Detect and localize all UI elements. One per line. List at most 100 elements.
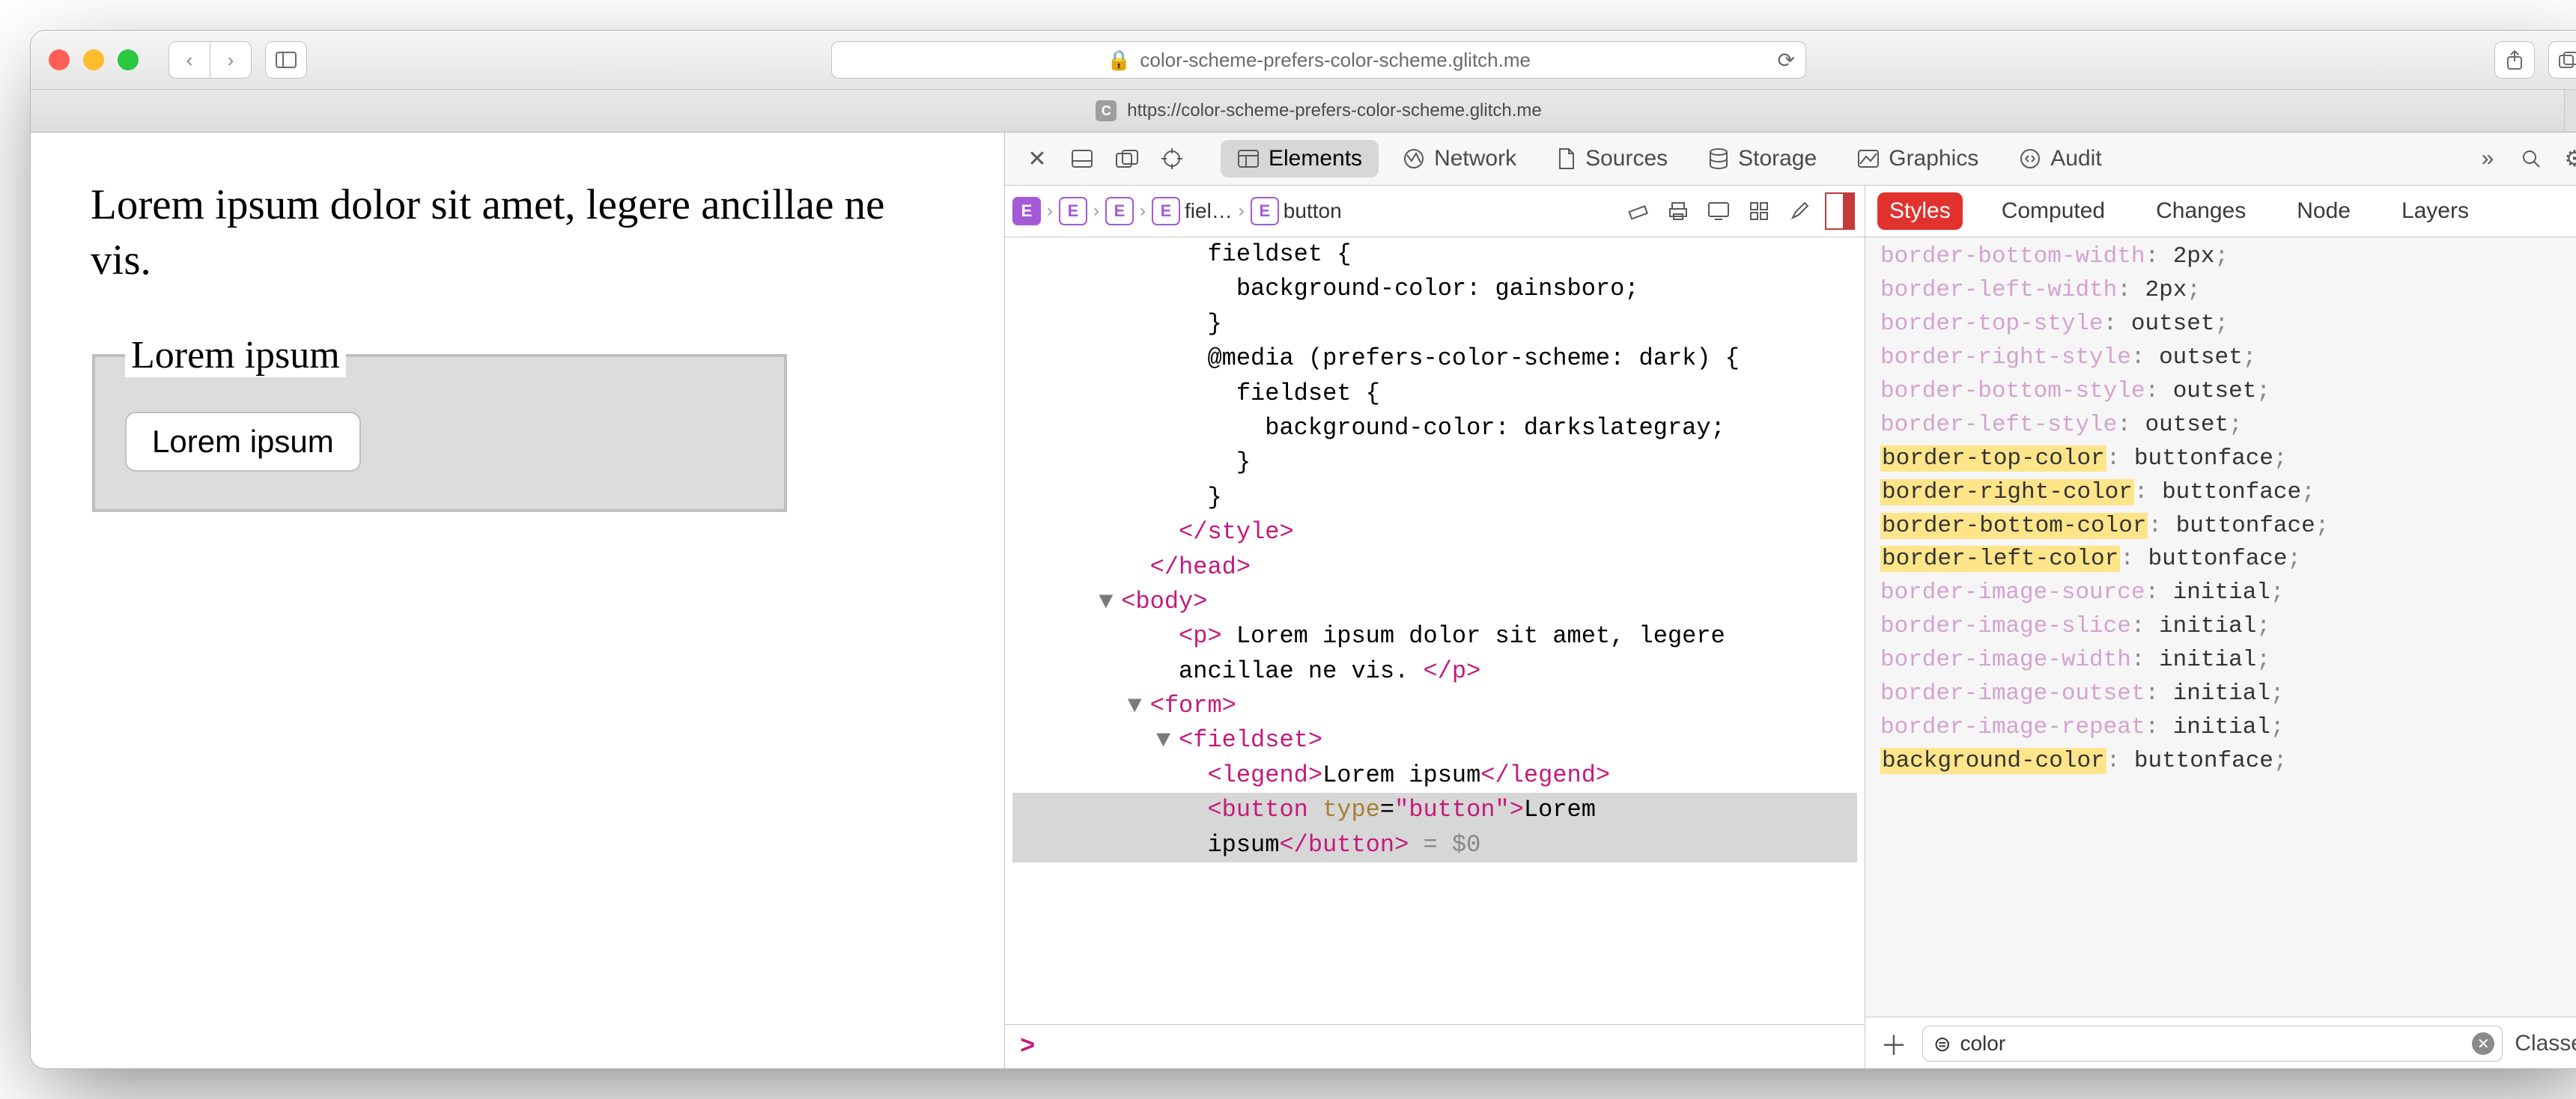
ruler-icon[interactable] [1620,194,1655,228]
css-property-row[interactable]: border-top-color: buttonface; [1880,442,2576,476]
dom-line[interactable]: ▼<fieldset> [1012,723,1857,758]
css-property-row[interactable]: border-right-style: outset; [1880,341,2576,375]
tabs-overview-button[interactable] [2548,41,2576,79]
tab-computed[interactable]: Computed [1990,192,2117,230]
dom-line[interactable]: <p> Lorem ipsum dolor sit amet, legere [1012,619,1857,654]
tab-audit[interactable]: Audit [2002,140,2118,177]
tab-changes[interactable]: Changes [2144,192,2258,230]
sidebar-toggle-button[interactable] [265,41,307,79]
dom-line[interactable]: } [1012,481,1857,515]
breadcrumb-item[interactable]: E [1059,197,1087,225]
css-property-row[interactable]: border-bottom-style: outset; [1880,375,2576,409]
window-controls [49,49,139,70]
css-property-row[interactable]: border-image-slice: initial; [1880,610,2576,644]
url-text: color-scheme-prefers-color-scheme.glitch… [1140,49,1531,72]
tab-network[interactable]: Network [1386,140,1533,177]
dom-line[interactable]: } [1012,445,1857,480]
breadcrumb-item[interactable]: Efiel… [1152,197,1233,225]
device-icon[interactable] [1701,194,1736,228]
dock-window-icon[interactable] [1108,140,1146,177]
dom-line[interactable]: <legend>Lorem ipsum</legend> [1012,758,1857,793]
tab-title[interactable]: https://color-scheme-prefers-color-schem… [1127,100,1542,121]
settings-gear-icon[interactable]: ⚙ [2556,140,2576,177]
styles-footer: ＋ ⊜ color ✕ Classes [1865,1017,2576,1069]
dom-line[interactable]: fieldset { [1012,237,1857,272]
dom-panel: E› E› E› Efiel…› Ebutton [1005,186,1865,1069]
css-property-row[interactable]: border-right-color: buttonface; [1880,476,2576,510]
forward-button[interactable]: › [210,41,252,79]
dom-line[interactable]: background-color: gainsboro; [1012,272,1857,306]
clear-filter-icon[interactable]: ✕ [2472,1032,2494,1055]
print-icon[interactable] [1661,194,1695,228]
tab-graphics[interactable]: Graphics [1841,140,1995,177]
demo-button[interactable]: Lorem ipsum [125,412,361,472]
close-inspector-icon[interactable]: ✕ [1018,140,1056,177]
dom-line[interactable]: background-color: darkslategray; [1012,411,1857,445]
dom-line[interactable]: ▼<form> [1012,689,1857,723]
inspect-element-icon[interactable] [1153,140,1191,177]
fieldset: Lorem ipsum Lorem ipsum [92,333,787,512]
reload-icon[interactable]: ⟳ [1778,48,1795,73]
styles-panel: Styles Computed Changes Node Layers bord… [1865,186,2576,1069]
dom-line[interactable]: ▼<body> [1012,585,1857,619]
css-property-row[interactable]: border-top-style: outset; [1880,308,2576,341]
css-property-row[interactable]: border-left-color: buttonface; [1880,543,2576,576]
fullscreen-window-button[interactable] [118,49,139,70]
filter-value: color [1960,1032,2005,1056]
grid-icon[interactable] [1742,194,1776,228]
web-inspector: ✕ Elements Network Sources Storage Graph… [1004,133,2576,1069]
tab-elements[interactable]: Elements [1221,140,1379,177]
css-property-row[interactable]: background-color: buttonface; [1880,745,2576,779]
tab-node[interactable]: Node [2285,192,2363,230]
dom-line[interactable]: </head> [1012,550,1857,585]
new-tab-button[interactable]: ＋ [2564,90,2576,132]
dom-line[interactable]: fieldset { [1012,377,1857,411]
tab-bar: C https://color-scheme-prefers-color-sch… [31,90,2576,133]
right-panel-toggle-icon[interactable] [1823,194,1857,228]
paragraph-text: Lorem ipsum dolor sit amet, legere ancil… [91,177,944,288]
paintbrush-icon[interactable] [1782,194,1817,228]
address-bar[interactable]: 🔒 color-scheme-prefers-color-scheme.glit… [831,41,1806,79]
css-properties-list[interactable]: border-bottom-width: 2px;border-left-wid… [1865,237,2576,1017]
dom-line[interactable]: @media (prefers-color-scheme: dark) { [1012,341,1857,376]
search-icon[interactable] [2512,140,2550,177]
storage-icon [1708,147,1729,170]
tab-storage[interactable]: Storage [1692,140,1833,177]
add-rule-button[interactable]: ＋ [1877,1027,1910,1060]
css-property-row[interactable]: border-image-width: initial; [1880,644,2576,678]
dom-line[interactable]: </style> [1012,515,1857,550]
close-window-button[interactable] [49,49,70,70]
dom-line[interactable]: ipsum</button> = $0 [1012,828,1857,862]
css-property-row[interactable]: border-image-outset: initial; [1880,678,2576,711]
breadcrumb-item[interactable]: E [1105,197,1134,225]
dom-line[interactable]: ancillae ne vis. </p> [1012,654,1857,689]
share-button[interactable] [2494,41,2535,79]
breadcrumb-item[interactable]: Ebutton [1251,197,1342,225]
page-content: Lorem ipsum dolor sit amet, legere ancil… [31,133,1004,1069]
dock-bottom-icon[interactable] [1063,140,1101,177]
css-property-row[interactable]: border-left-style: outset; [1880,409,2576,442]
network-icon [1403,147,1425,170]
back-button[interactable]: ‹ [168,41,210,79]
dom-tree[interactable]: fieldset { background-color: gainsboro; … [1005,237,1865,1024]
css-property-row[interactable]: border-image-source: initial; [1880,576,2576,610]
classes-toggle[interactable]: Classes [2515,1031,2576,1056]
breadcrumb-item[interactable]: E [1012,197,1041,225]
tab-sources[interactable]: Sources [1540,140,1684,177]
filter-icon: ⊜ [1933,1032,1951,1056]
tab-styles[interactable]: Styles [1877,192,1963,230]
tab-layers[interactable]: Layers [2390,192,2481,230]
css-property-row[interactable]: border-image-repeat: initial; [1880,711,2576,745]
dom-line[interactable]: } [1012,307,1857,341]
filter-input[interactable]: ⊜ color ✕ [1922,1026,2503,1062]
console-prompt[interactable]: > [1005,1024,1865,1069]
css-property-row[interactable]: border-left-width: 2px; [1880,274,2576,308]
overflow-tabs-icon[interactable]: » [2469,140,2506,177]
titlebar: ‹ › 🔒 color-scheme-prefers-color-scheme.… [31,31,2576,90]
sources-icon [1557,147,1576,170]
safari-window: ‹ › 🔒 color-scheme-prefers-color-scheme.… [30,30,2576,1069]
css-property-row[interactable]: border-bottom-color: buttonface; [1880,510,2576,544]
css-property-row[interactable]: border-bottom-width: 2px; [1880,240,2576,274]
minimize-window-button[interactable] [83,49,104,70]
dom-line[interactable]: <button type="button">Lorem [1012,793,1857,827]
